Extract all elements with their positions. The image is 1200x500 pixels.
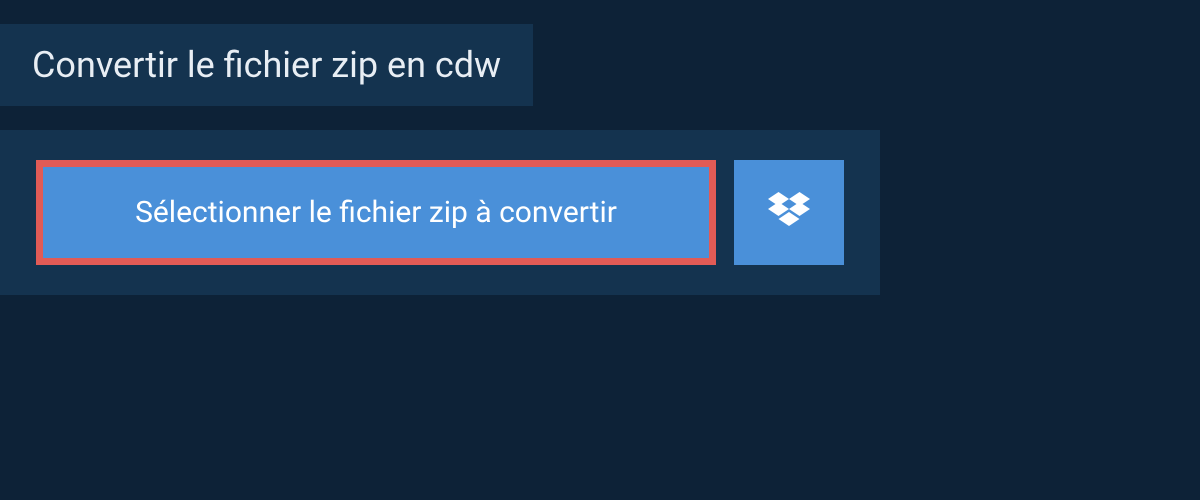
page-title: Convertir le fichier zip en cdw (32, 44, 501, 86)
upload-panel: Sélectionner le fichier zip à convertir (0, 130, 880, 295)
dropbox-button[interactable] (734, 160, 844, 265)
select-file-button[interactable]: Sélectionner le fichier zip à convertir (36, 160, 716, 265)
dropbox-icon (768, 192, 810, 234)
select-file-label: Sélectionner le fichier zip à convertir (135, 195, 617, 230)
header-tab: Convertir le fichier zip en cdw (0, 24, 533, 106)
